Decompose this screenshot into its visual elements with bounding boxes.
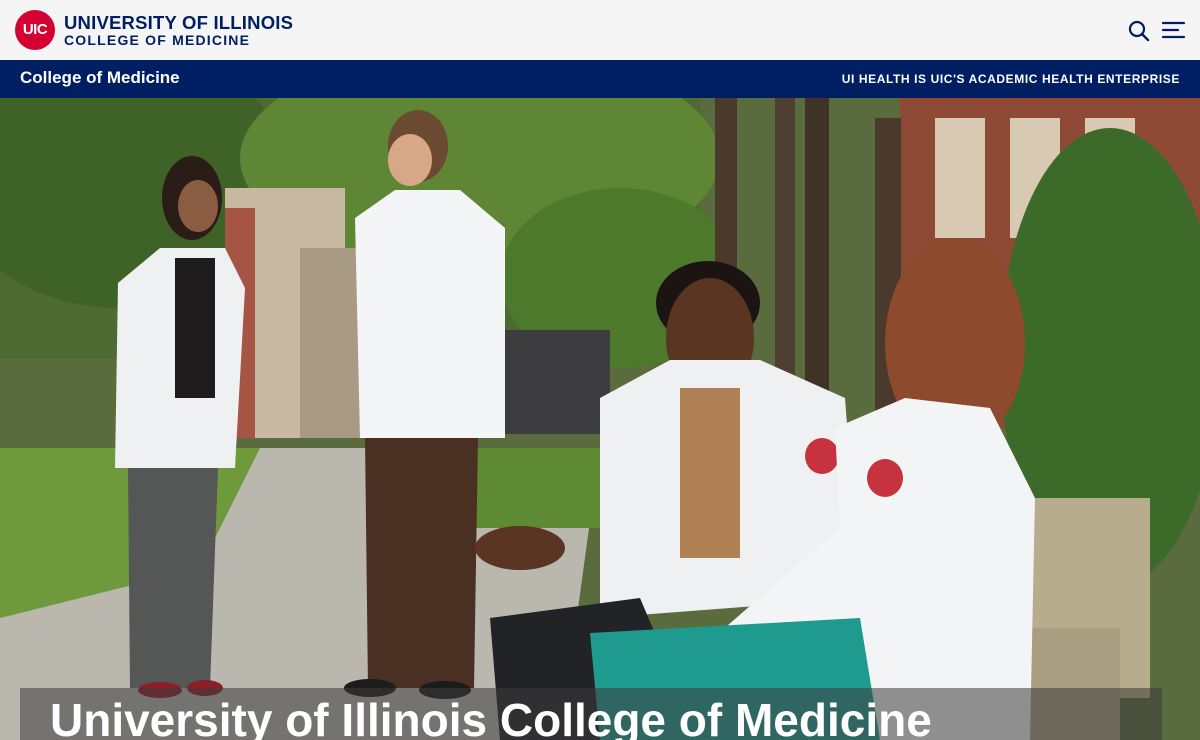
- search-icon: [1128, 20, 1150, 42]
- logo-college-name: COLLEGE OF MEDICINE: [64, 32, 251, 48]
- college-home-link[interactable]: College of Medicine: [20, 68, 180, 88]
- hero-headline: University of Illinois College of Medici…: [50, 694, 932, 740]
- uic-logo-badge: UIC: [15, 10, 55, 50]
- hamburger-menu-icon: [1161, 21, 1186, 39]
- hero-photo: [0, 98, 1200, 740]
- college-bar: College of Medicine UI HEALTH IS UIC'S A…: [0, 60, 1200, 98]
- site-header: UIC UNIVERSITY OF ILLINOIS COLLEGE OF ME…: [0, 0, 1200, 60]
- hero-image: University of Illinois College of Medici…: [0, 98, 1200, 740]
- menu-button[interactable]: [1160, 17, 1188, 45]
- hero-caption-band: University of Illinois College of Medici…: [20, 688, 1162, 740]
- search-button[interactable]: [1126, 18, 1152, 44]
- logo-university-name: UNIVERSITY OF ILLINOIS: [64, 12, 294, 33]
- ui-health-link[interactable]: UI HEALTH IS UIC'S ACADEMIC HEALTH ENTER…: [842, 72, 1180, 86]
